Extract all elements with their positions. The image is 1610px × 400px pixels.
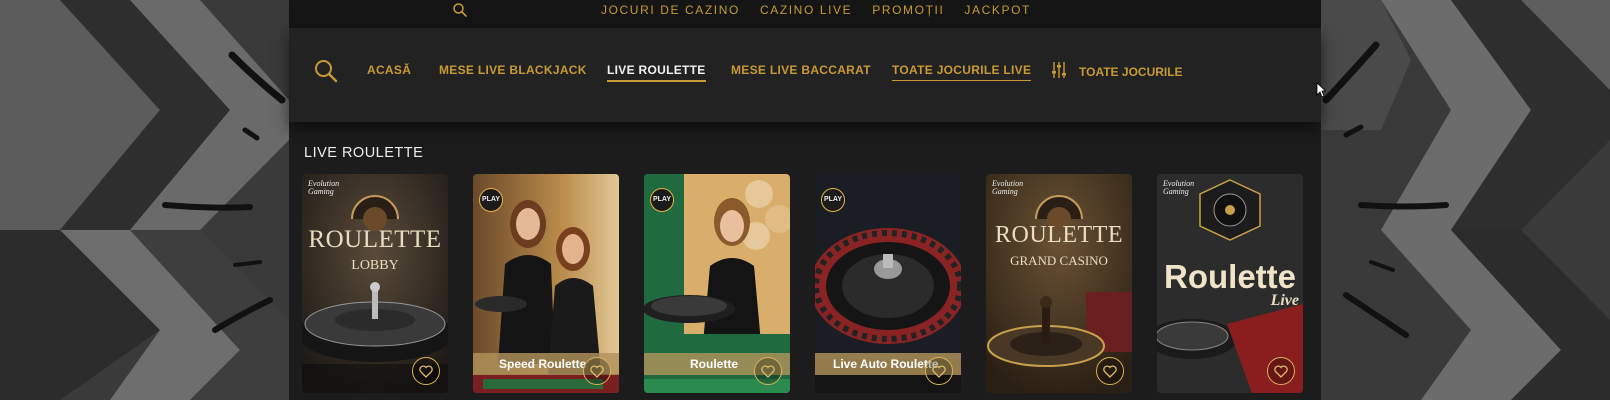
favorite-button[interactable] <box>1267 357 1295 385</box>
favorite-button[interactable] <box>925 357 953 385</box>
favorite-button[interactable] <box>412 357 440 385</box>
left-background-pattern <box>0 0 289 400</box>
tab-live-roulette[interactable]: LIVE ROULETTE <box>607 63 706 82</box>
game-card[interactable]: Evolution Gaming Roulette Live <box>1157 174 1303 393</box>
filter-label: TOATE JOCURILE <box>1079 64 1183 79</box>
provider-logo: PLAY <box>821 188 845 212</box>
top-nav-link-live-casino[interactable]: CAZINO LIVE <box>760 3 852 17</box>
main-content: JOCURI DE CAZINO CAZINO LIVE PROMOȚII JA… <box>289 0 1327 400</box>
game-art-subtitle: Live <box>1270 292 1299 309</box>
game-card[interactable]: PLAY Live Auto Roulette <box>815 174 961 393</box>
favorite-button[interactable] <box>754 357 782 385</box>
all-games-filter-button[interactable]: TOATE JOCURILE <box>1051 61 1183 82</box>
game-card[interactable]: Evolution Gaming ROULETTE LOBBY <box>302 174 448 393</box>
favorite-button[interactable] <box>583 357 611 385</box>
right-background-pattern <box>1321 0 1610 400</box>
tab-all-live-games[interactable]: TOATE JOCURILE LIVE <box>892 63 1032 81</box>
top-nav-link-casino-games[interactable]: JOCURI DE CAZINO <box>601 3 740 17</box>
filter-sliders-icon <box>1051 61 1067 82</box>
game-card[interactable]: PLAY Roulette <box>644 174 790 393</box>
top-nav-link-jackpot[interactable]: JACKPOT <box>964 3 1031 17</box>
heart-icon <box>419 364 433 378</box>
game-card[interactable]: Evolution Gaming ROULETTE GRAND CASINO <box>986 174 1132 393</box>
heart-icon <box>761 364 775 378</box>
category-navigation: ACASĂ MESE LIVE BLACKJACK LIVE ROULETTE … <box>289 28 1321 122</box>
mouse-cursor-icon <box>1316 82 1327 103</box>
provider-logo: Evolution Gaming <box>308 179 340 196</box>
favorite-button[interactable] <box>1096 357 1124 385</box>
heart-icon <box>932 364 946 378</box>
heart-icon <box>590 364 604 378</box>
provider-logo: PLAY <box>479 188 503 212</box>
game-art-title: ROULETTE <box>308 226 442 253</box>
game-art-title: ROULETTE <box>995 222 1123 248</box>
game-art-subtitle: GRAND CASINO <box>1010 253 1108 268</box>
heart-icon <box>1274 364 1288 378</box>
search-icon[interactable] <box>313 58 339 89</box>
tab-home[interactable]: ACASĂ <box>367 63 411 77</box>
provider-logo: Evolution Gaming <box>1163 179 1195 196</box>
tab-live-blackjack[interactable]: MESE LIVE BLACKJACK <box>439 63 587 77</box>
section-title: LIVE ROULETTE <box>304 145 424 161</box>
heart-icon <box>1103 364 1117 378</box>
game-art-title: Roulette <box>1164 258 1296 295</box>
provider-logo: PLAY <box>650 188 674 212</box>
game-card[interactable]: PLAY Speed Roulette <box>473 174 619 393</box>
tab-live-baccarat[interactable]: MESE LIVE BACCARAT <box>731 63 871 77</box>
provider-logo: Evolution Gaming <box>992 179 1024 196</box>
game-art-subtitle: LOBBY <box>351 258 399 273</box>
top-nav-link-promotions[interactable]: PROMOȚII <box>872 3 944 17</box>
top-navigation: JOCURI DE CAZINO CAZINO LIVE PROMOȚII JA… <box>289 0 1321 28</box>
search-icon[interactable] <box>452 2 468 23</box>
